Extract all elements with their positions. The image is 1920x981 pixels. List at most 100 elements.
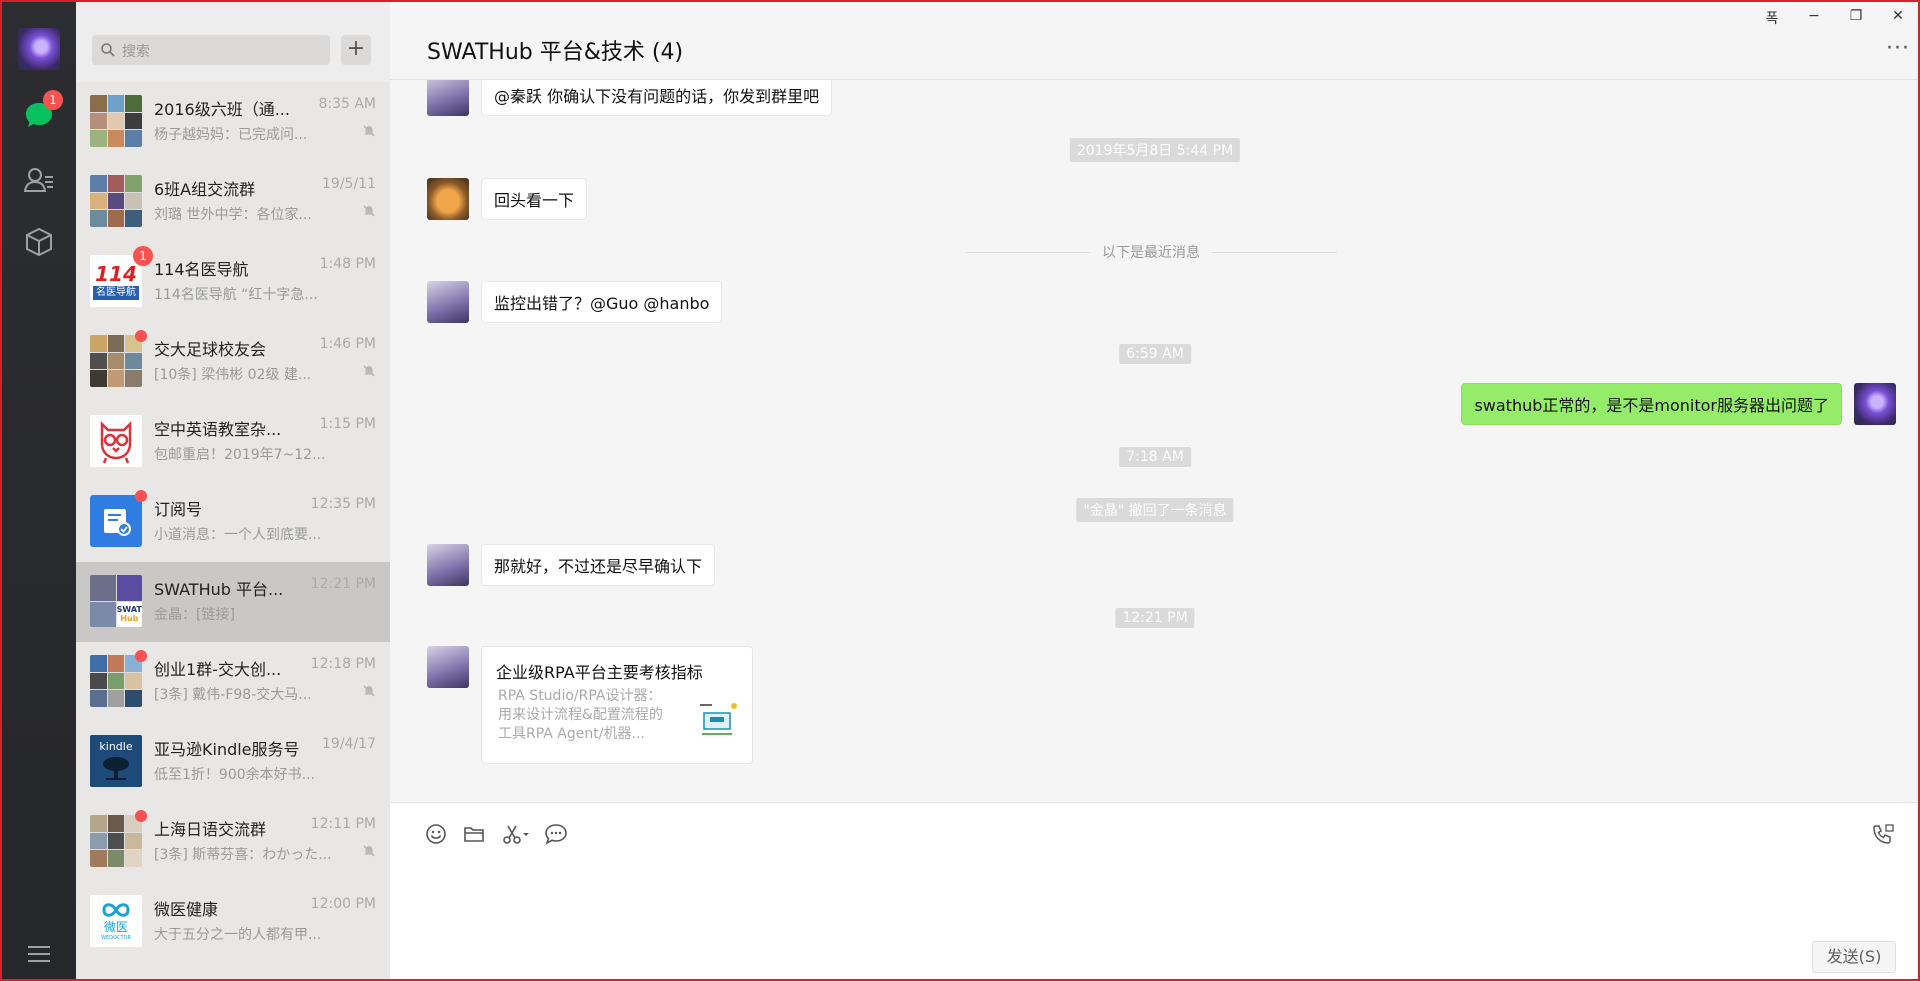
conversation-item[interactable]: 2016级六班（通... 8:35 AM 杨子越妈妈：已完成问...: [76, 82, 390, 162]
conversation-title: SWATHub 平台...: [154, 580, 284, 599]
timestamp: 6:59 AM: [1119, 344, 1191, 364]
sender-avatar[interactable]: [427, 80, 469, 116]
message-outgoing: swathub正常的，是不是monitor服务器出问题了: [1461, 383, 1896, 425]
conversation-time: 12:00 PM: [310, 896, 376, 912]
conversation-title: 114名医导航: [154, 260, 249, 279]
contacts-nav-icon[interactable]: [23, 164, 55, 196]
subscription-logo: [90, 495, 142, 547]
unread-badge: 1: [43, 90, 63, 110]
conversation-item[interactable]: 微医 WEDOCTOR 微医健康 12:00 PM 大于五分之一的人都有甲...: [76, 882, 390, 962]
search-input[interactable]: 搜索: [92, 35, 330, 65]
conversation-logo: [90, 415, 142, 467]
conversation-time: 12:18 PM: [310, 656, 376, 672]
scissors-icon: [503, 825, 529, 844]
conversation-title: 上海日语交流群: [154, 820, 267, 839]
unread-dot: [135, 650, 147, 662]
miniprogram-nav-icon[interactable]: [23, 226, 55, 258]
group-avatar: [90, 95, 142, 147]
minimize-button[interactable]: −: [1804, 8, 1824, 24]
divider-line: [1212, 251, 1337, 253]
wechat-window: 1 搜索 + 2016级六班（通... 8:35 AM 杨子越妈妈：已完成问..…: [0, 0, 1920, 981]
link-card-description: RPA Studio/RPA设计器：用来设计流程&配置流程的工具RPA Agen…: [498, 688, 663, 742]
conversation-time: 19/4/17: [322, 736, 376, 752]
restore-button[interactable]: ❐: [1846, 8, 1866, 24]
pin-window-button[interactable]: 폭: [1762, 8, 1782, 28]
message-bubble[interactable]: @秦跃 你确认下没有问题的话，你发到群里吧: [481, 80, 833, 116]
mute-bell-icon: [363, 685, 375, 697]
search-placeholder: 搜索: [122, 44, 150, 60]
screenshot-button[interactable]: [499, 821, 533, 847]
timestamp: 12:21 PM: [1115, 608, 1195, 628]
conversation-time: 12:11 PM: [310, 816, 376, 832]
chat-history-button[interactable]: [543, 821, 569, 847]
logo-text: 微医: [103, 920, 128, 934]
logo-text: 114: [95, 261, 137, 286]
close-button[interactable]: ✕: [1888, 8, 1908, 24]
sender-avatar[interactable]: [427, 178, 469, 220]
chat-nav-icon[interactable]: 1: [23, 90, 63, 131]
sender-avatar[interactable]: [427, 646, 469, 688]
my-avatar[interactable]: [1854, 383, 1896, 425]
sender-avatar[interactable]: [427, 281, 469, 323]
conversation-item[interactable]: 交大足球校友会 1:46 PM [10条] 梁伟彬 02级 建...: [76, 322, 390, 402]
conversation-item-active[interactable]: SWAT Hub SWATHub 平台... 12:21 PM 金晶：[链接]: [76, 562, 390, 642]
message-incoming: @秦跃 你确认下没有问题的话，你发到群里吧: [427, 80, 833, 116]
conversation-logo: 114 名医导航: [90, 255, 142, 307]
conversation-item[interactable]: 114 名医导航 1 114名医导航 1:48 PM 114名医导航 “红十字急…: [76, 242, 390, 322]
conversation-time: 1:15 PM: [319, 416, 376, 432]
conversation-item[interactable]: 6班A组交流群 19/5/11 刘璐 世外中学：各位家...: [76, 162, 390, 242]
conversation-item[interactable]: kindle 亚马逊Kindle服务号 19/4/17 低至1折！900余本好书…: [76, 722, 390, 802]
wedoctor-logo: 微医 WEDOCTOR: [90, 895, 142, 947]
conversation-preview: 刘璐 世外中学：各位家...: [154, 207, 312, 223]
add-chat-button[interactable]: +: [341, 35, 371, 65]
timestamp: 2019年5月8日 5:44 PM: [1069, 138, 1241, 162]
conversation-item[interactable]: 空中英语教室杂... 1:15 PM 包邮重启！2019年7~12...: [76, 402, 390, 482]
more-options-button[interactable]: ···: [1886, 36, 1910, 61]
conversation-item[interactable]: 上海日语交流群 12:11 PM [3条] 斯蒂芬喜：わかった...: [76, 802, 390, 882]
cube-icon: [26, 227, 52, 257]
unread-dot: [135, 330, 147, 342]
conversation-preview: [10条] 梁伟彬 02级 建...: [154, 367, 312, 383]
conversation-time: 19/5/11: [322, 176, 376, 192]
send-button[interactable]: 发送(S): [1812, 941, 1896, 973]
conversation-title: 空中英语教室杂...: [154, 420, 282, 439]
conversation-title: 订阅号: [154, 500, 203, 519]
conversation-item[interactable]: 订阅号 12:35 PM 小道消息：一个人到底要...: [76, 482, 390, 562]
user-avatar[interactable]: [18, 28, 60, 70]
phone-icon: [1873, 824, 1894, 844]
conversation-preview: 包邮重启！2019年7~12...: [154, 447, 326, 463]
conversation-time: 1:46 PM: [319, 336, 376, 352]
file-button[interactable]: [461, 821, 487, 847]
message-bubble[interactable]: 监控出错了？@Guo @hanbo: [481, 281, 723, 323]
message-bubble[interactable]: 回头看一下: [481, 178, 588, 220]
chat-panel: SWATHub 平台&技术 (4) ··· 폭 − ❐ ✕ @秦跃 你确认下没有…: [390, 2, 1918, 979]
chat-title: SWATHub 平台&技术 (4): [427, 40, 684, 65]
contacts-icon: [24, 168, 53, 192]
link-card[interactable]: 企业级RPA平台主要考核指标 RPA Studio/RPA设计器：用来设计流程&…: [481, 646, 753, 764]
emoji-button[interactable]: [423, 821, 449, 847]
call-button[interactable]: [1870, 821, 1896, 847]
tree-icon: [103, 756, 129, 780]
conversation-preview: 大于五分之一的人都有甲...: [154, 927, 322, 943]
folder-icon: [464, 827, 484, 842]
conversation-preview: [3条] 斯蒂芬喜：わかった...: [154, 847, 332, 863]
chat-header: SWATHub 平台&技术 (4) ··· 폭 − ❐ ✕: [390, 2, 1918, 80]
group-avatar: [90, 175, 142, 227]
message-list: @秦跃 你确认下没有问题的话，你发到群里吧 2019年5月8日 5:44 PM …: [390, 80, 1918, 802]
message-bubble[interactable]: swathub正常的，是不是monitor服务器出问题了: [1461, 383, 1842, 425]
infinity-icon: [102, 903, 130, 917]
menu-nav-icon[interactable]: [23, 938, 55, 970]
unread-dot: [135, 490, 147, 502]
logo-text: kindle: [99, 739, 133, 753]
message-composer[interactable]: 发送(S): [390, 802, 1918, 979]
group-avatar: SWAT Hub: [90, 575, 142, 627]
message-bubble[interactable]: 那就好，不过还是尽早确认下: [481, 544, 716, 586]
conversation-time: 1:48 PM: [319, 256, 376, 272]
conversation-time: 8:35 AM: [318, 96, 376, 112]
group-avatar: [90, 815, 142, 867]
sender-avatar[interactable]: [427, 544, 469, 586]
conversation-item[interactable]: 创业1群-交大创... 12:18 PM [3条] 戴伟-F98-交大马...: [76, 642, 390, 722]
conversation-title: 6班A组交流群: [154, 180, 256, 199]
logo-subtext: WEDOCTOR: [101, 935, 131, 941]
divider-label: 以下是最近消息: [1102, 245, 1200, 261]
